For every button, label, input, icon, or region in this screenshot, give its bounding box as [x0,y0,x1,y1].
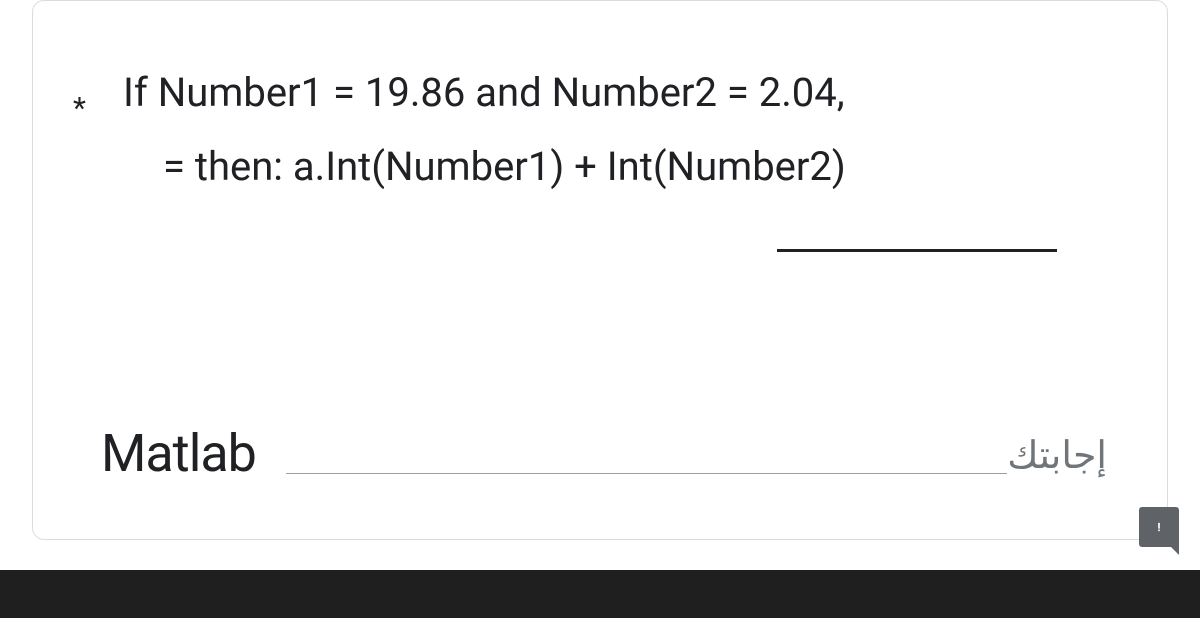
question-line-1: If Number1 = 19.86 and Number2 = 2.04, [123,61,1117,125]
answer-label: إجابتك [1007,433,1107,478]
question-text: If Number1 = 19.86 and Number2 = 2.04, =… [123,61,1117,252]
blank-underline [777,249,1057,252]
required-marker: * [73,91,86,126]
feedback-icon[interactable] [1139,507,1179,547]
answer-input-value[interactable]: Matlab [101,423,276,484]
question-block: * If Number1 = 19.86 and Number2 = 2.04,… [123,61,1117,252]
question-line-2: = then: a.Int(Number1) + Int(Number2) [123,135,1117,199]
bottom-bar [0,570,1200,618]
answer-input-wrapper[interactable]: Matlab [101,423,1007,484]
question-card: * If Number1 = 19.86 and Number2 = 2.04,… [32,0,1168,540]
answer-row: Matlab إجابتك [101,423,1107,484]
answer-underline [286,473,1007,474]
exclamation-icon [1149,517,1169,537]
